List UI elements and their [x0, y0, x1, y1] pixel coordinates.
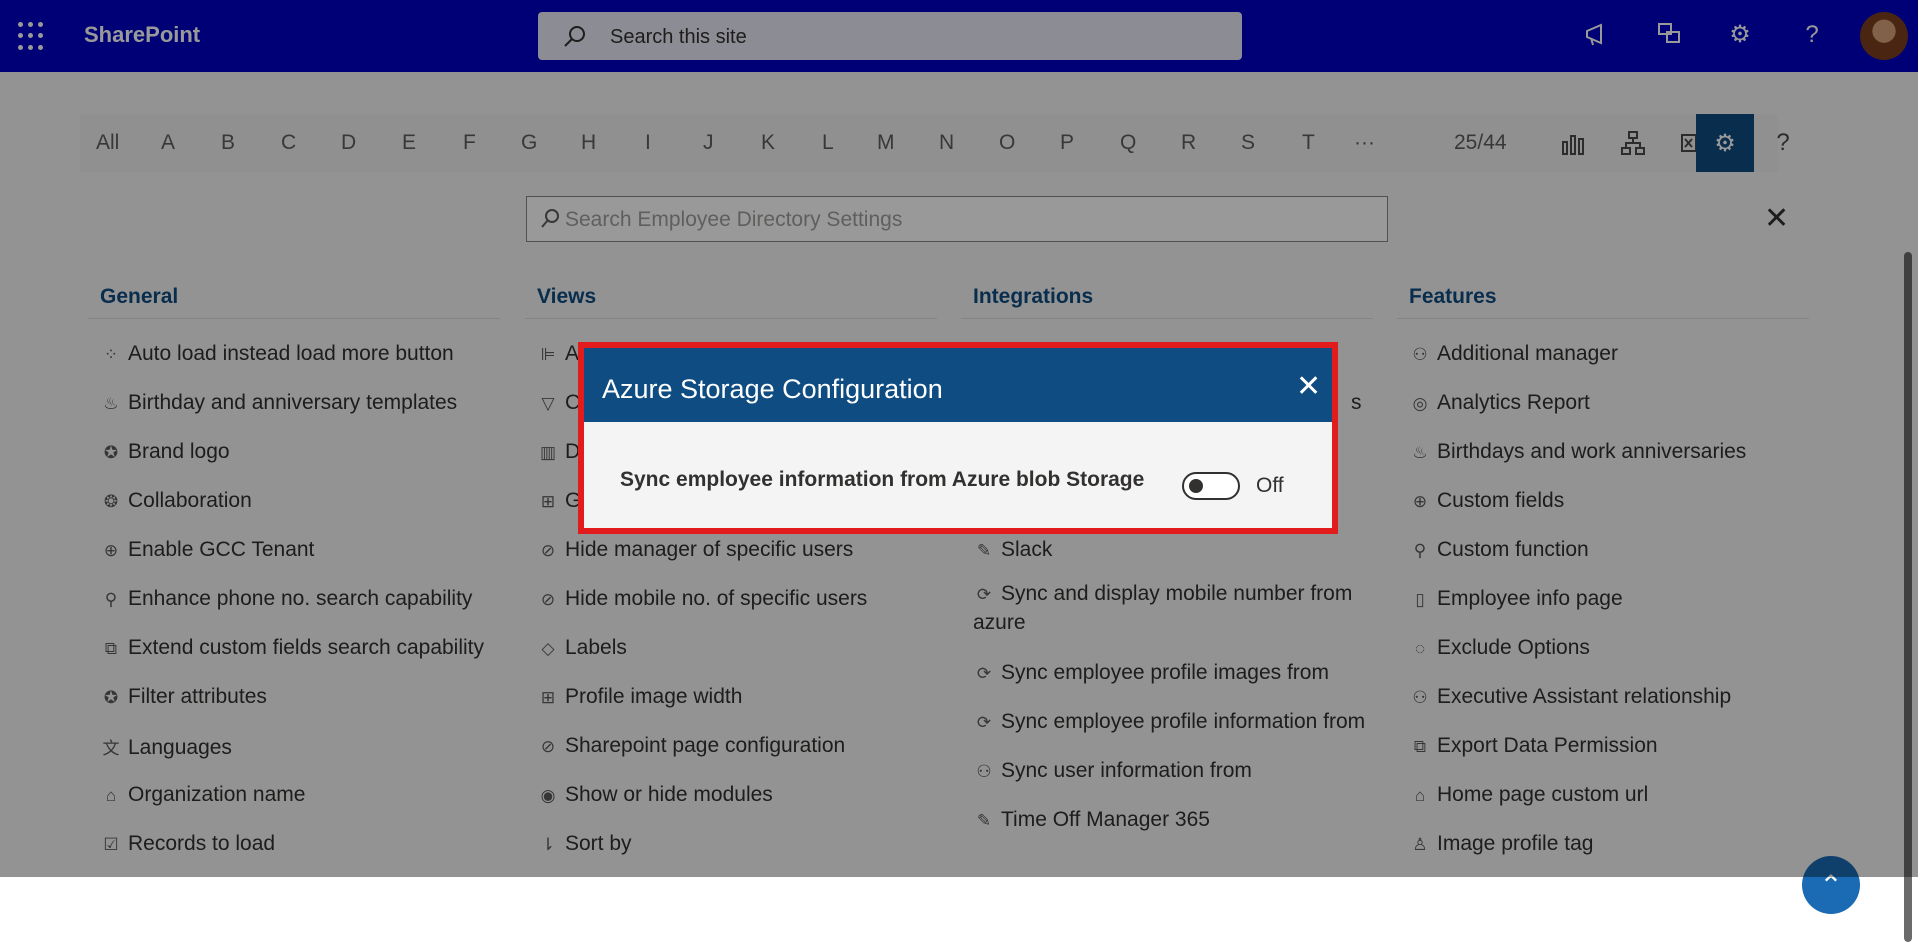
dialog-title: Azure Storage Configuration — [602, 374, 943, 404]
azure-storage-dialog: Azure Storage Configuration ✕ Sync emplo… — [578, 342, 1338, 534]
close-icon[interactable]: ✕ — [1296, 372, 1321, 402]
sync-toggle[interactable] — [1182, 472, 1240, 500]
toggle-knob — [1189, 479, 1203, 493]
toggle-state-label: Off — [1256, 474, 1284, 497]
dialog-header: Azure Storage Configuration ✕ — [584, 348, 1332, 422]
sync-setting-label: Sync employee information from Azure blo… — [620, 468, 1145, 491]
